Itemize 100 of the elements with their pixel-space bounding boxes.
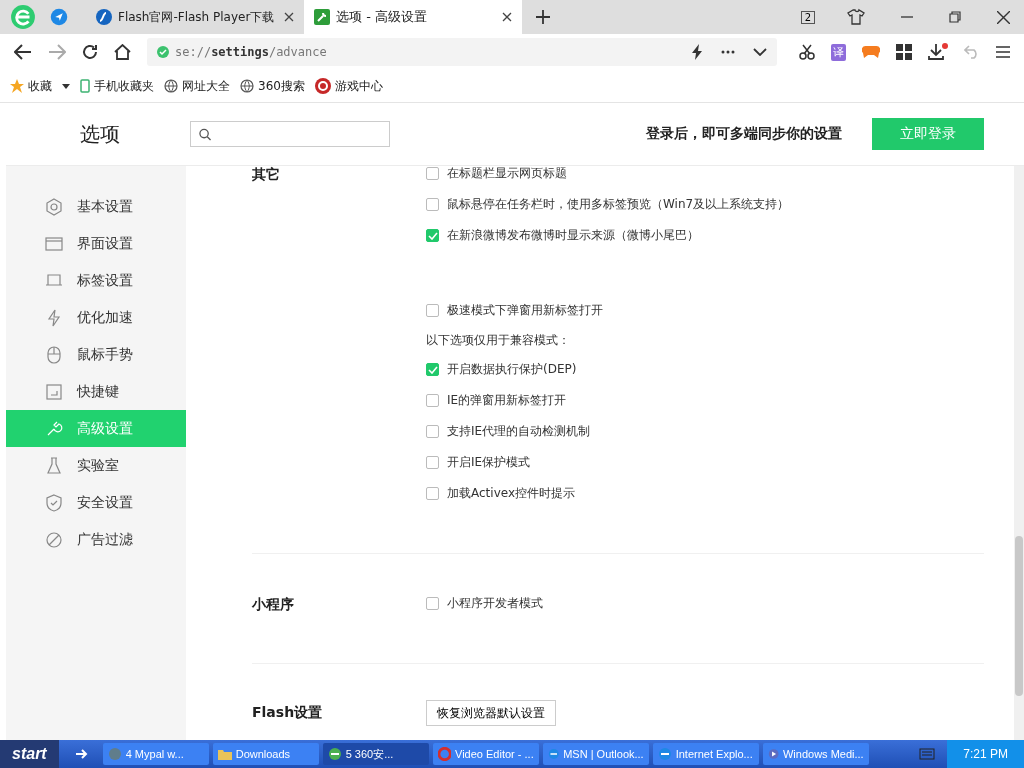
sidebar-item[interactable]: 实验室 [6,447,186,484]
new-tab-icon[interactable] [536,10,550,24]
browser-tab[interactable]: 选项 - 高级设置 [304,0,522,34]
checkbox-option[interactable]: 开启数据执行保护(DEP) [426,354,790,385]
checkbox-option[interactable]: 支持IE代理的自动检测机制 [426,416,790,447]
checkbox[interactable] [426,167,439,180]
scrollbar-thumb[interactable] [1015,536,1023,696]
scissors-icon[interactable] [799,44,815,60]
checkbox[interactable] [426,487,439,500]
block-icon [45,530,63,549]
undo-icon[interactable] [964,45,980,59]
gear-icon [45,197,63,216]
bookmark-link[interactable]: 收藏 [10,77,52,95]
globe-icon [657,747,672,761]
more-icon[interactable] [721,50,735,54]
taskbar-button[interactable]: Downloads [212,743,319,765]
search-field[interactable] [190,121,390,147]
wrench-icon [45,419,63,438]
home-icon[interactable] [114,44,131,60]
close-icon[interactable] [502,12,512,22]
bookmark-link[interactable]: 网址大全 [164,77,230,95]
checkbox[interactable] [426,456,439,469]
phone-icon [80,79,90,93]
settings-title: 选项 [80,120,120,148]
sidebar-item[interactable]: 鼠标手势 [6,336,186,373]
send-icon[interactable] [50,8,68,26]
browser-tab[interactable]: Flash官网-Flash Player下载 [86,0,304,34]
caret-icon[interactable] [62,83,70,89]
checkbox-option[interactable]: 极速模式下弹窗用新标签打开 [426,295,790,326]
sidebar-item[interactable]: 安全设置 [6,484,186,521]
checkbox-option[interactable]: IE的弹窗用新标签打开 [426,385,790,416]
lightning-icon [45,308,63,327]
globe-icon [240,79,254,93]
checkbox[interactable] [426,229,439,242]
translate-button[interactable]: 译 [831,43,846,61]
restore-defaults-button[interactable]: 恢复浏览器默认设置 [426,700,556,726]
menu-icon[interactable] [996,46,1010,58]
taskbar-button[interactable]: 4 Mypal w... [102,743,209,765]
shirt-icon[interactable] [847,8,865,26]
taskbar-button[interactable]: Windows Medi... [762,743,869,765]
sidebar-item[interactable]: 标签设置 [6,262,186,299]
bookmark-link[interactable]: 360搜索 [240,77,305,95]
start-button[interactable]: start [0,740,59,768]
taskbar-button[interactable]: Video Editor - ... [432,743,539,765]
globe-icon [547,747,560,761]
sidebar-item[interactable]: 快捷键 [6,373,186,410]
flash-icon [96,9,112,25]
taskbar-button[interactable]: 5 360安... [322,743,429,765]
checkbox[interactable] [426,304,439,317]
bookmark-link[interactable]: 手机收藏夹 [80,77,154,95]
checkbox-option[interactable]: 鼠标悬停在任务栏时，使用多标签预览（Win7及以上系统支持） [426,189,790,220]
star-icon [10,79,24,93]
checkbox[interactable] [426,425,439,438]
browser-logo-icon[interactable] [10,4,36,30]
back-icon[interactable] [14,44,32,60]
login-prompt: 登录后，即可多端同步你的设置 [646,125,842,143]
apps-grid-icon[interactable] [896,44,912,60]
checkbox-option[interactable]: 加载Activex控件时提示 [426,478,790,509]
download-icon[interactable] [928,43,948,61]
checkbox-option[interactable]: 在标题栏显示网页标题 [426,166,790,189]
shield-icon [45,493,63,512]
clock: 7:21 PM [947,740,1024,768]
address-field[interactable]: se://settings/advance [147,38,777,66]
browser-logo-icon [327,747,342,761]
section-heading: 其它 [252,166,281,184]
section-heading: 小程序 [252,595,295,614]
compat-note: 以下选项仅用于兼容模式： [426,331,571,349]
sidebar-item[interactable]: 基本设置 [6,188,186,225]
checkbox[interactable] [426,394,439,407]
taskbar-button[interactable]: MSN | Outlook... [542,743,649,765]
taskbar-button[interactable]: Internet Explo... [652,743,759,765]
forward-icon[interactable] [48,44,66,60]
media-player-icon [767,747,779,761]
flask-icon [45,456,63,475]
checkbox-option[interactable]: 在新浪微博发布微博时显示来源（微博小尾巴） [426,220,790,251]
sidebar-item[interactable]: 优化加速 [6,299,186,336]
tab-count-badge[interactable]: 2 [800,10,815,24]
globe-icon [164,79,178,93]
window-icon [45,234,63,253]
checkbox[interactable] [426,198,439,211]
game-logo-icon [314,78,331,94]
chevron-down-icon[interactable] [753,48,767,56]
mouse-icon [45,345,63,364]
lightning-icon[interactable] [691,44,703,60]
reload-icon[interactable] [82,44,98,60]
restore-icon[interactable] [949,11,961,23]
folder-icon [217,747,232,761]
section-heading: Flash设置 [252,703,324,722]
sidebar-item[interactable]: 广告过滤 [6,521,186,558]
close-icon[interactable] [997,10,1010,24]
secure-icon [157,46,169,58]
search-icon [199,127,211,141]
checkbox-option[interactable]: 开启IE保护模式 [426,447,790,478]
wrench-icon [314,9,330,25]
sidebar-item[interactable]: 界面设置 [6,225,186,262]
bookmark-link[interactable]: 游戏中心 [314,77,383,95]
close-icon[interactable] [284,12,294,22]
checkbox-option[interactable]: 小程序开发者模式 [426,588,543,619]
checkbox[interactable] [426,363,439,376]
checkbox[interactable] [426,597,439,610]
